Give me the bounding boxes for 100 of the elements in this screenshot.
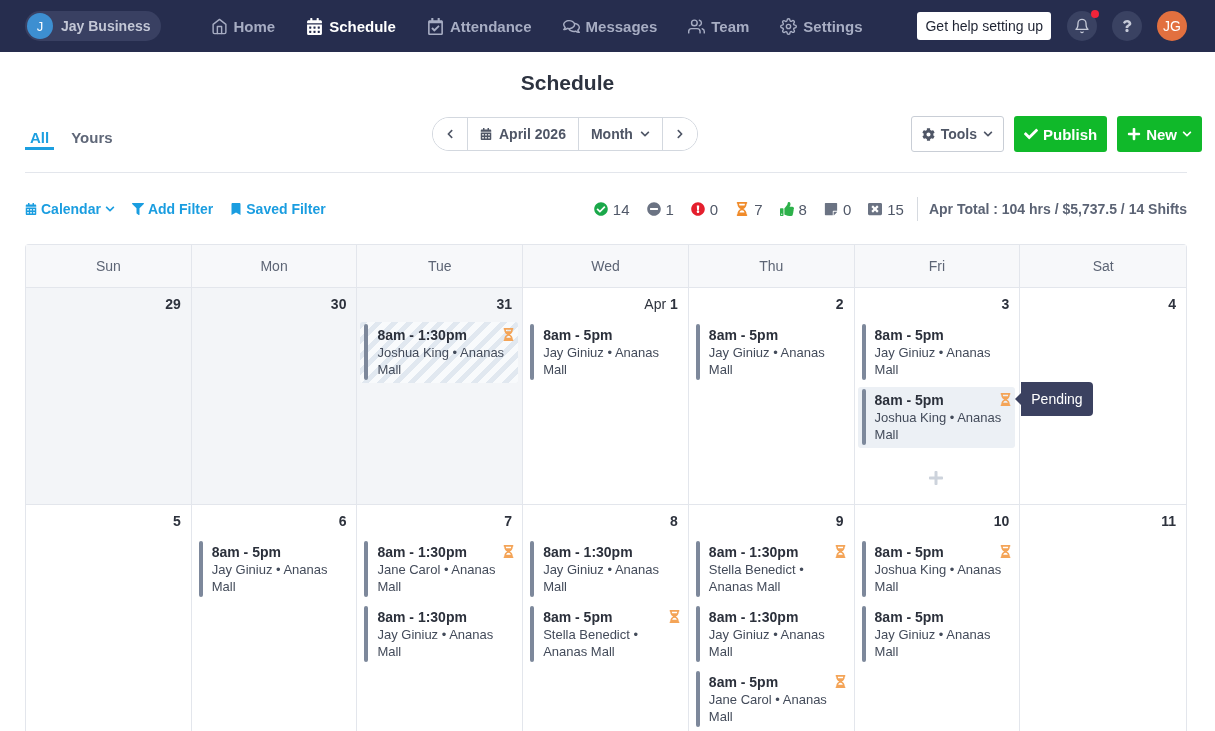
bell-icon [1074,18,1090,34]
weekday-header: Sun [26,245,192,288]
nav-link[interactable]: Attendance [426,17,532,35]
shift-details: Jane Carol • Ananas Mall [377,561,497,595]
shift-card[interactable]: 8am - 5pm Joshua King • Ananas Mall [857,539,1016,600]
thumbs-up-icon [779,202,794,216]
notifications-button[interactable] [1067,11,1097,41]
shift-card[interactable]: 8am - 1:30pm Jane Carol • Ananas Mall [360,539,519,600]
shift-card[interactable]: 8am - 1:30pm Joshua King • Ananas Mall [360,322,519,383]
house-icon [210,17,228,35]
date-number: 6 [338,512,347,530]
date-number: 5 [172,512,181,530]
date-number: 31 [496,295,513,313]
shift-card[interactable]: 8am - 5pm Jay Giniuz • Ananas Mall [857,322,1016,383]
page-title: Schedule [519,70,616,95]
date-number: 30 [330,295,347,313]
shift-time: 8am - 1:30pm [377,609,467,626]
weekday-header: Mon [191,245,358,288]
weekday-header: Fri [854,245,1021,288]
shift-card[interactable]: 8am - 5pm Jane Carol • Ananas Mall [691,669,850,730]
shift-time: 8am - 1:30pm [377,544,467,561]
stat-count: 15 [887,200,904,218]
date-number: 10 [993,512,1010,530]
calendar-icon [25,203,37,215]
filter-icon [131,203,144,215]
shift-time: 8am - 1:30pm [708,609,799,626]
shift-details: Joshua King • Ananas Mall [874,409,1003,443]
weekday-header: Tue [357,245,524,288]
shift-card[interactable]: 8am - 1:30pm Jay Giniuz • Ananas Mall [526,539,684,600]
help-setup-button[interactable]: Get help setting up [917,12,1051,40]
chevron-left-icon [445,129,455,139]
shift-details: Jay Giniuz • Ananas Mall [377,626,495,660]
shift-details: Jay Giniuz • Ananas Mall [874,626,992,660]
question-mark-icon [1121,20,1133,32]
shift-card[interactable]: 8am - 1:30pm Jay Giniuz • Ananas Mall [360,604,519,665]
chevron-down-icon [1182,129,1192,139]
shift-card[interactable]: 8am - 1:30pm Stella Benedict • Ananas Mall [691,539,850,600]
chat-bubbles-icon [562,17,580,35]
date-number: 8 [670,512,678,530]
shift-details: Jay Giniuz • Ananas Mall [211,561,329,595]
shift-time: 8am - 1:30pm [708,544,799,561]
nav-link[interactable]: Team [688,17,750,35]
nav-link[interactable]: Home [210,17,276,35]
shift-details: Jay Giniuz • Ananas Mall [708,626,826,660]
nav-link[interactable]: Settings [780,17,863,35]
check-icon [1024,127,1038,141]
view-tab[interactable]: Yours [66,117,118,150]
workspace-switcher[interactable]: J Jay Business [25,11,161,41]
plus-icon [1127,127,1142,141]
shift-details: Jay Giniuz • Ananas Mall [543,344,660,378]
nav-link[interactable]: Schedule [306,17,396,35]
weekday-header: Wed [523,245,689,288]
weekday-header: Sat [1020,245,1186,288]
shift-card[interactable]: 8am - 5pm Jay Giniuz • Ananas Mall [857,604,1016,665]
add-icon[interactable] [928,470,945,486]
shift-details: Jane Carol • Ananas Mall [708,691,828,725]
date-number: 9 [835,512,844,530]
calendar-check-icon [426,17,444,35]
calendar-icon [306,17,324,35]
stat-count: 8 [798,200,807,218]
nav-link[interactable]: Messages [562,17,658,35]
shift-card[interactable]: 8am - 5pm Stella Benedict • Ananas Mall [526,604,684,665]
shift-card[interactable]: 8am - 5pm Jay Giniuz • Ananas Mall [194,539,353,600]
shift-time: 8am - 5pm [708,674,779,691]
help-button[interactable] [1112,11,1142,41]
shift-details: Jay Giniuz • Ananas Mall [543,561,660,595]
calendar-icon [480,128,492,140]
stat-count: 7 [754,200,763,218]
shift-time: 8am - 5pm [874,392,944,409]
settings-icon [921,127,935,141]
date-number: 11 [1161,512,1176,530]
note-icon [823,202,838,216]
tooltip: Pending [1015,382,1093,416]
stat-count: 1 [665,200,674,218]
shift-details: Joshua King • Ananas Mall [377,344,506,378]
shift-time: 8am - 5pm [211,544,281,561]
tools-button[interactable]: Tools [910,116,1004,152]
shift-card[interactable]: 8am - 1:30pm Jay Giniuz • Ananas Mall [691,604,850,665]
shift-details: Jay Giniuz • Ananas Mall [708,344,826,378]
date-number: 3 [1001,295,1010,313]
shift-time: 8am - 5pm [543,609,613,626]
bookmark-icon [230,203,243,215]
chevron-down-icon [639,129,650,139]
shift-time: 8am - 5pm [874,327,944,344]
shift-time: 8am - 5pm [543,327,613,344]
stat-count: 0 [842,200,852,218]
date-number: 2 [835,295,844,313]
shift-details: Jay Giniuz • Ananas Mall [874,344,992,378]
stat-count: 0 [709,200,719,218]
shift-card[interactable]: 8am - 5pm Jay Giniuz • Ananas Mall [691,322,850,383]
people-icon [688,17,706,35]
shift-time: 8am - 5pm [874,609,944,626]
date-number: Apr 1 [644,295,678,313]
date-number: 29 [165,295,181,313]
shift-time: 8am - 1:30pm [543,544,633,561]
shift-time: 8am - 1:30pm [377,327,467,344]
next-button[interactable] [661,118,697,150]
totals-summary: Apr Total : 104 hrs / $5,737.5 / 14 Shifts [928,201,1187,217]
shift-card[interactable]: 8am - 5pm Jay Giniuz • Ananas Mall [526,322,684,383]
date-number: 4 [1168,295,1176,313]
